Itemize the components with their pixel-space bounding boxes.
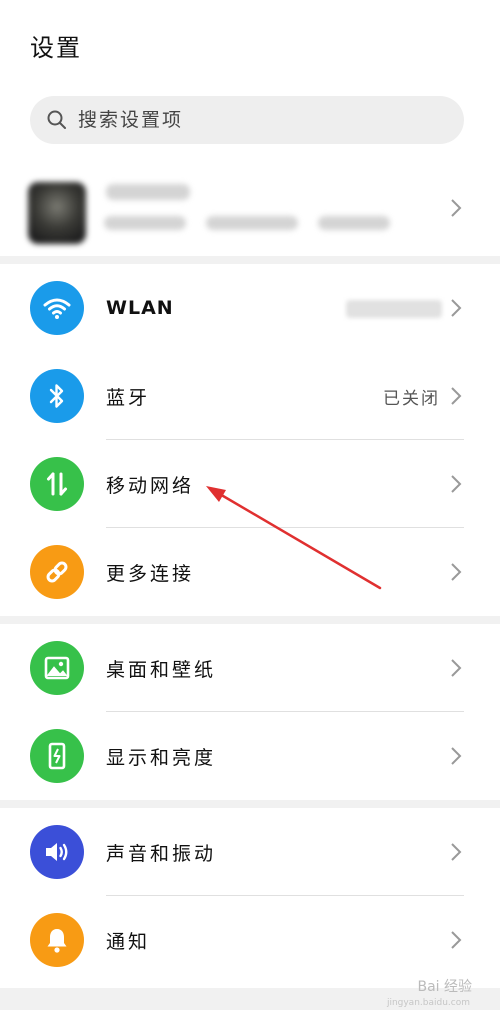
settings-item-label: 移动网络: [106, 474, 195, 497]
settings-item-sound-vibration[interactable]: 声音和振动: [0, 808, 500, 896]
account-info-blurred: [206, 216, 298, 230]
wallpaper-icon: [30, 641, 84, 695]
sound-notification-group: 声音和振动 通知: [0, 808, 500, 988]
mobile-data-icon: [30, 457, 84, 511]
settings-item-notifications[interactable]: 通知: [0, 896, 500, 984]
chevron-right-icon: [451, 563, 462, 581]
chevron-right-icon: [451, 931, 462, 949]
settings-item-label: 声音和振动: [106, 842, 217, 865]
search-input[interactable]: [78, 109, 418, 131]
page-title: 设置: [30, 34, 82, 62]
account-info-blurred: [318, 216, 390, 230]
connectivity-group: WLAN 蓝牙 已关闭 移动网络 更多连接: [0, 264, 500, 616]
avatar: [28, 182, 86, 244]
chevron-right-icon: [451, 299, 462, 317]
settings-item-mobile-network[interactable]: 移动网络: [0, 440, 500, 528]
chevron-right-icon: [451, 475, 462, 493]
display-brightness-icon: [30, 729, 84, 783]
wifi-icon: [30, 281, 84, 335]
display-group: 桌面和壁纸 显示和亮度: [0, 624, 500, 800]
settings-item-label: 显示和亮度: [106, 746, 217, 769]
bell-icon: [30, 913, 84, 967]
settings-item-bluetooth[interactable]: 蓝牙 已关闭: [0, 352, 500, 440]
watermark-url: jingyan.baidu.com: [386, 998, 470, 1008]
chevron-right-icon: [451, 659, 462, 677]
link-icon: [30, 545, 84, 599]
chevron-right-icon: [451, 199, 462, 217]
settings-item-label: 通知: [106, 930, 151, 953]
settings-item-label: 蓝牙: [106, 386, 151, 409]
chevron-right-icon: [451, 387, 462, 405]
account-row[interactable]: [0, 176, 500, 256]
wlan-network-blurred: [346, 300, 442, 318]
settings-item-display-brightness[interactable]: 显示和亮度: [0, 712, 500, 800]
settings-item-more-connections[interactable]: 更多连接: [0, 528, 500, 616]
watermark: Bai 经验: [417, 979, 472, 995]
settings-item-label: 更多连接: [106, 562, 195, 585]
search-bar[interactable]: [30, 96, 464, 144]
header: 设置: [0, 0, 500, 176]
bluetooth-icon: [30, 369, 84, 423]
account-info-blurred: [104, 216, 186, 230]
settings-item-label: 桌面和壁纸: [106, 658, 217, 681]
settings-item-wallpaper[interactable]: 桌面和壁纸: [0, 624, 500, 712]
account-name-blurred: [106, 184, 190, 200]
bluetooth-status: 已关闭: [383, 388, 440, 409]
search-icon: [47, 110, 66, 129]
chevron-right-icon: [451, 747, 462, 765]
chevron-right-icon: [451, 843, 462, 861]
volume-icon: [30, 825, 84, 879]
settings-item-label: WLAN: [106, 297, 174, 319]
settings-item-wlan[interactable]: WLAN: [0, 264, 500, 352]
settings-page: 设置 WL: [0, 0, 500, 1010]
